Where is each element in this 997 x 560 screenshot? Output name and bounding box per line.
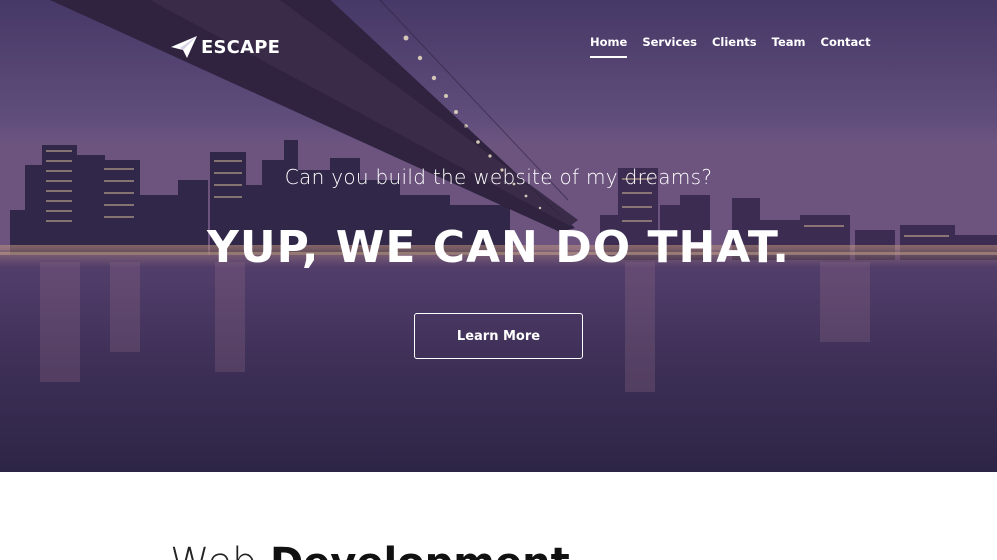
hero-subtitle: Can you build the website of my dreams? (284, 165, 713, 189)
section-title-light: Web (170, 540, 257, 560)
nav-item-clients[interactable]: Clients (712, 35, 757, 58)
nav-item-team[interactable]: Team (772, 35, 806, 58)
brand-logo[interactable]: ESCAPE (170, 35, 280, 59)
nav-item-contact[interactable]: Contact (821, 35, 871, 58)
navbar: ESCAPE Home Services Clients Team Contac… (0, 0, 997, 95)
learn-more-button[interactable]: Learn More (414, 313, 583, 359)
nav-item-home[interactable]: Home (590, 35, 628, 58)
section-title: Web Development (170, 540, 570, 560)
paper-plane-icon (170, 35, 198, 59)
section-title-bold: Development (270, 540, 570, 560)
nav-item-services[interactable]: Services (642, 35, 697, 58)
hero-section: ESCAPE Home Services Clients Team Contac… (0, 0, 997, 472)
main-nav: Home Services Clients Team Contact (590, 35, 886, 58)
hero-title: YUP, WE CAN DO THAT. (207, 222, 790, 273)
brand-name: ESCAPE (201, 36, 281, 58)
